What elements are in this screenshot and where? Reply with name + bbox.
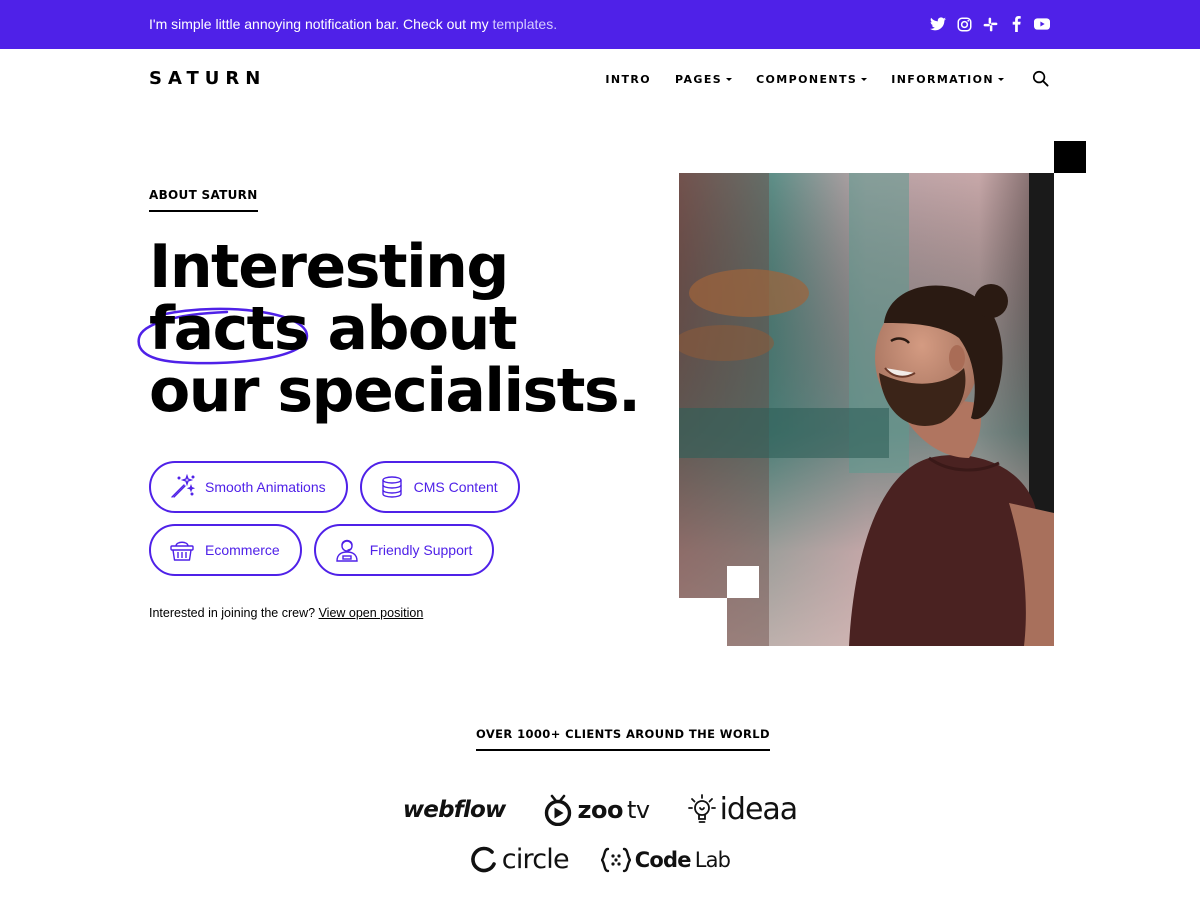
circle-wordmark: circle [501, 844, 570, 875]
feature-label: Ecommerce [205, 542, 280, 558]
decor-cutout [679, 598, 727, 646]
codelab-wordmark-a: Code [634, 847, 692, 872]
nav-components[interactable]: COMPONENTS [756, 72, 868, 86]
caret-down-icon [726, 77, 733, 81]
caret-down-icon [861, 77, 868, 81]
view-open-position-link[interactable]: View open position [319, 606, 424, 620]
slack-icon[interactable] [982, 15, 998, 33]
caret-down-icon [998, 77, 1004, 81]
nav-pages[interactable]: PAGES [675, 72, 733, 86]
feature-friendly-support[interactable]: Friendly Support [313, 524, 495, 576]
zootv-wordmark-a: zoo [577, 795, 623, 824]
client-logo-ideaa: ideaa [687, 792, 799, 827]
clients-title: OVER 1000+ CLIENTS AROUND THE WORLD [476, 727, 770, 751]
decor-square-black [1054, 141, 1086, 173]
headline-line-2-rest: about [327, 294, 517, 364]
notification-message: I'm simple little annoying notification … [149, 16, 489, 32]
headline-highlight: facts [149, 294, 310, 364]
headline-line-1: Interesting [149, 232, 509, 302]
nav-intro[interactable]: INTRO [605, 73, 651, 86]
feature-row-1: Smooth Animations CMS Content [149, 461, 520, 513]
feature-cms-content[interactable]: CMS Content [359, 461, 520, 513]
notification-bar: I'm simple little annoying notification … [0, 0, 1200, 49]
feature-label: Friendly Support [369, 542, 473, 558]
webflow-wordmark: webflow [402, 796, 506, 823]
client-logo-webflow: webflow [403, 797, 506, 823]
nav-pages-label: PAGES [675, 72, 723, 86]
join-crew-label: Interested in joining the crew? [149, 606, 316, 620]
client-logo-zootv: zoo tv [543, 794, 650, 826]
braces-icon [600, 847, 631, 872]
section-eyebrow: ABOUT SATURN [149, 188, 258, 212]
youtube-icon[interactable] [1034, 15, 1050, 33]
client-logos-row-2: circle Code Lab [0, 844, 1200, 875]
tv-icon [545, 794, 572, 826]
main-nav: INTRO PAGES COMPONENTS INFORMATION [605, 70, 1050, 88]
magic-wand-icon [171, 474, 195, 498]
search-icon[interactable] [1032, 70, 1050, 88]
nav-intro-label: INTRO [605, 72, 652, 86]
site-logo[interactable]: SATURN [149, 68, 266, 89]
client-logo-circle: circle [470, 844, 570, 875]
join-crew-text: Interested in joining the crew? View ope… [149, 606, 423, 620]
basket-icon [170, 541, 194, 561]
facebook-icon[interactable] [1008, 15, 1024, 33]
ideaa-wordmark: ideaa [719, 792, 799, 827]
circle-ring-icon [470, 846, 496, 872]
feature-smooth-animations[interactable]: Smooth Animations [149, 461, 348, 513]
feature-label: Smooth Animations [205, 479, 326, 495]
highlighted-word: facts [137, 298, 310, 365]
nav-information-label: INFORMATION [891, 72, 994, 86]
nav-components-label: COMPONENTS [756, 72, 858, 86]
database-icon [381, 476, 402, 498]
support-agent-icon [335, 539, 358, 562]
hero-headline: Interesting facts about our specialists. [137, 232, 641, 422]
zootv-wordmark-b: tv [626, 795, 650, 824]
templates-link[interactable]: templates. [493, 16, 558, 32]
social-links [930, 15, 1050, 33]
decor-square-white [727, 566, 759, 598]
notification-text: I'm simple little annoying notification … [149, 16, 557, 32]
nav-information[interactable]: INFORMATION [891, 73, 1004, 86]
client-logos-row-1: webflow zoo tv ideaa [0, 792, 1200, 827]
lightbulb-icon [687, 793, 716, 823]
client-logo-codelab: Code Lab [600, 847, 731, 873]
feature-label: CMS Content [413, 479, 498, 495]
instagram-icon[interactable] [956, 15, 972, 33]
feature-row-2: Ecommerce Friendly Support [149, 524, 495, 576]
twitter-icon[interactable] [930, 15, 946, 33]
feature-ecommerce[interactable]: Ecommerce [149, 524, 302, 576]
headline-line-2: facts about [137, 298, 629, 365]
codelab-wordmark-b: Lab [694, 847, 731, 872]
